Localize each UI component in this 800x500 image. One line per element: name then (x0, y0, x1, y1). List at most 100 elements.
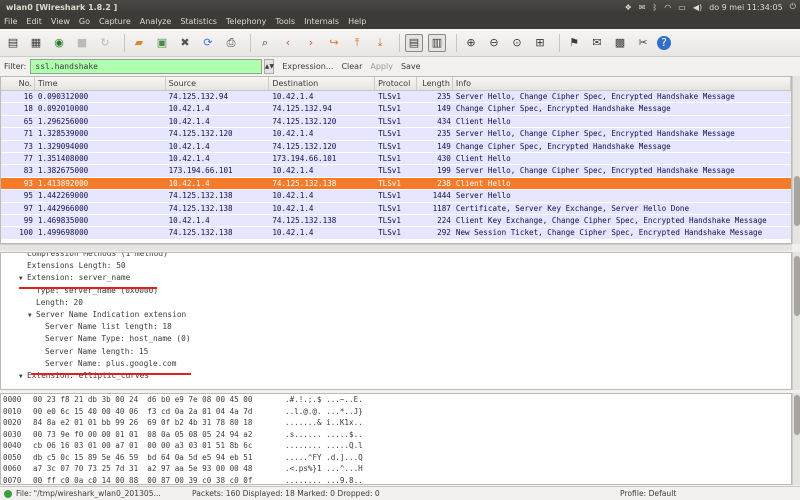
scroll-thumb[interactable] (794, 256, 800, 316)
packet-row[interactable]: 73 1.329094000 10.42.1.4 74.125.132.120 TLSv… (1, 140, 791, 153)
back-icon[interactable]: ‹ (279, 34, 297, 52)
hex-row[interactable]: 0000 00 23 f8 21 db 3b 00 24 d6 b0 e9 7e … (1, 394, 791, 406)
detail-tree-item[interactable]: Server Name Type: host_name (0) (1, 333, 791, 345)
display-filter-input[interactable]: ssl.handshake (30, 58, 263, 74)
coloring-rules-icon[interactable]: ▩ (611, 34, 629, 52)
hex-row[interactable]: 0050 db c5 0c 15 89 5e 46 59 bd 64 0a 5d … (1, 452, 791, 464)
packet-row[interactable]: 100 1.499698000 74.125.132.138 10.42.1.4 TLS… (1, 227, 791, 240)
packet-row[interactable]: 16 0.090312000 74.125.132.94 10.42.1.4 TLSv1… (1, 91, 791, 104)
menu-capture[interactable]: Capture (99, 17, 131, 26)
expression-button[interactable]: Expression... (282, 62, 333, 71)
filter-history-dropdown[interactable]: ▲▼ (264, 58, 275, 74)
volume-icon[interactable]: ◀) (693, 3, 702, 12)
open-file-icon[interactable]: ▰ (130, 34, 148, 52)
packet-row[interactable]: 65 1.296256000 10.42.1.4 74.125.132.120 TLSv… (1, 115, 791, 129)
auto-scroll-icon[interactable]: ▥ (428, 33, 446, 52)
column-header-protocol[interactable]: Protocol (375, 77, 417, 90)
bytes-scrollbar[interactable] (792, 393, 800, 485)
detail-tree-item[interactable]: ▼ Extension: elliptic_curves (1, 370, 791, 382)
packet-list[interactable]: No. Time Source Destination Protocol Length In… (0, 76, 792, 244)
detail-tree-item[interactable]: Server Name list length: 18 (1, 321, 791, 333)
wifi-icon[interactable]: ◠ (664, 3, 671, 12)
packet-row[interactable]: 97 1.442966000 74.125.132.138 10.42.1.4 TLSv… (1, 202, 791, 215)
interface-list-icon[interactable]: ▤ (4, 34, 22, 52)
hex-row[interactable]: 0070 00 ff c0 0a c0 14 00 88 00 87 00 39 … (1, 475, 791, 485)
zoom-in-icon[interactable]: ⊕ (462, 34, 480, 52)
hex-row[interactable]: 0010 00 e0 6c 15 40 00 40 06 f3 cd 0a 2a … (1, 406, 791, 418)
expand-arrow-icon[interactable]: ▼ (19, 371, 27, 383)
last-packet-icon[interactable]: ⤓ (371, 34, 389, 52)
detail-tree-item[interactable]: Server Name: plus.google.com (1, 358, 791, 370)
goto-packet-icon[interactable]: ↪ (325, 34, 343, 52)
packet-row[interactable]: 99 1.469835000 10.42.1.4 74.125.132.138 TLSv… (1, 214, 791, 228)
hex-row[interactable]: 0030 00 73 9e f0 00 00 01 01 08 0a 05 08 … (1, 429, 791, 441)
packet-row[interactable]: 83 1.382675000 173.194.66.101 10.42.1.4 TLSv… (1, 165, 791, 178)
packet-row[interactable]: 93 1.413892000 10.42.1.4 74.125.132.138 TLSv… (1, 177, 791, 191)
capture-options-icon[interactable]: ▦ (27, 34, 45, 52)
detail-tree-item[interactable]: Length: 20 (1, 297, 791, 309)
column-header-length[interactable]: Length (417, 77, 453, 90)
stop-capture-icon[interactable]: ■ (73, 34, 91, 52)
find-packet-icon[interactable]: ⌕ (256, 34, 274, 52)
power-icon[interactable]: ⏻ (790, 2, 796, 12)
reload-icon[interactable]: ⟳ (199, 34, 217, 52)
resize-columns-icon[interactable]: ⊞ (531, 34, 549, 52)
packet-row[interactable]: 71 1.328539000 74.125.132.120 10.42.1.4 TLSv… (1, 128, 791, 141)
hex-row[interactable]: 0060 a7 3c 07 70 73 25 7d 31 a2 97 aa 5e … (1, 463, 791, 475)
save-file-icon[interactable]: ▣ (153, 34, 171, 52)
expand-arrow-icon[interactable]: ▼ (28, 310, 36, 322)
detail-tree-item[interactable]: ▼ Server Name Indication extension (1, 309, 791, 321)
packet-row[interactable]: 77 1.351408000 10.42.1.4 173.194.66.101 TLSv… (1, 152, 791, 166)
detail-tree-item[interactable]: Compression Methods (1 method) (1, 253, 791, 260)
menu-statistics[interactable]: Statistics (180, 17, 217, 26)
mail-icon[interactable]: ✉ (639, 3, 646, 12)
close-file-icon[interactable]: ✖ (176, 34, 194, 52)
packet-list-hscrollbar[interactable] (0, 244, 792, 251)
detail-tree-item[interactable]: ▼ Extension: server_name (1, 272, 791, 284)
packet-bytes[interactable]: 0000 00 23 f8 21 db 3b 00 24 d6 b0 e9 7e … (0, 393, 792, 485)
clear-filter-button[interactable]: Clear (341, 62, 362, 71)
normal-size-icon[interactable]: ⊙ (508, 34, 526, 52)
apply-filter-button[interactable]: Apply (370, 62, 393, 71)
status-profile[interactable]: Profile: Default (620, 489, 676, 498)
column-header-no[interactable]: No. (1, 77, 35, 90)
restart-capture-icon[interactable]: ↻ (96, 34, 114, 52)
menu-internals[interactable]: Internals (304, 17, 339, 26)
packet-list-scrollbar[interactable] (792, 76, 800, 244)
start-capture-icon[interactable]: ◉ (50, 34, 68, 52)
capture-filters-icon[interactable]: ⚑ (565, 34, 583, 52)
print-icon[interactable]: ⎙ (222, 34, 240, 52)
dropbox-icon[interactable]: ❖ (625, 3, 632, 12)
forward-icon[interactable]: › (302, 34, 320, 52)
menu-file[interactable]: File (4, 17, 17, 26)
detail-tree-item[interactable]: Extensions Length: 50 (1, 260, 791, 272)
packet-row[interactable]: 18 0.092010000 10.42.1.4 74.125.132.94 TLSv1… (1, 103, 791, 116)
save-filter-button[interactable]: Save (401, 62, 421, 71)
expert-info-icon[interactable] (4, 489, 12, 498)
detail-tree-item[interactable]: Server Name length: 15 (1, 346, 791, 358)
hex-row[interactable]: 0020 84 8a e2 01 01 bb 99 26 69 0f b2 4b … (1, 417, 791, 429)
menu-go[interactable]: Go (79, 17, 90, 26)
packet-row[interactable]: 95 1.442269000 74.125.132.138 10.42.1.4 TLSv… (1, 190, 791, 203)
display-filters-icon[interactable]: ✉ (588, 34, 606, 52)
column-header-time[interactable]: Time (35, 77, 166, 90)
help-icon[interactable]: ? (657, 35, 671, 50)
menu-help[interactable]: Help (348, 17, 366, 26)
menu-tools[interactable]: Tools (275, 17, 295, 26)
clock[interactable]: do 9 mei 11:34:05 (709, 3, 783, 12)
menu-view[interactable]: View (51, 17, 70, 26)
scroll-thumb[interactable] (794, 395, 800, 435)
first-packet-icon[interactable]: ⤒ (348, 34, 366, 52)
colorize-icon[interactable]: ▤ (405, 33, 423, 52)
menu-telephony[interactable]: Telephony (226, 17, 266, 26)
bluetooth-icon[interactable]: ᛒ (652, 3, 657, 12)
zoom-out-icon[interactable]: ⊖ (485, 34, 503, 52)
column-header-source[interactable]: Source (166, 77, 270, 90)
column-header-destination[interactable]: Destination (269, 77, 376, 90)
menu-edit[interactable]: Edit (26, 17, 42, 26)
packet-details[interactable]: Compression Methods (1 method) Extensions… (0, 252, 792, 390)
scroll-thumb[interactable] (794, 176, 800, 226)
column-header-info[interactable]: Info (453, 77, 791, 90)
menu-analyze[interactable]: Analyze (140, 17, 172, 26)
hex-row[interactable]: 0040 cb 06 16 03 01 00 a7 01 00 00 a3 03 … (1, 440, 791, 452)
